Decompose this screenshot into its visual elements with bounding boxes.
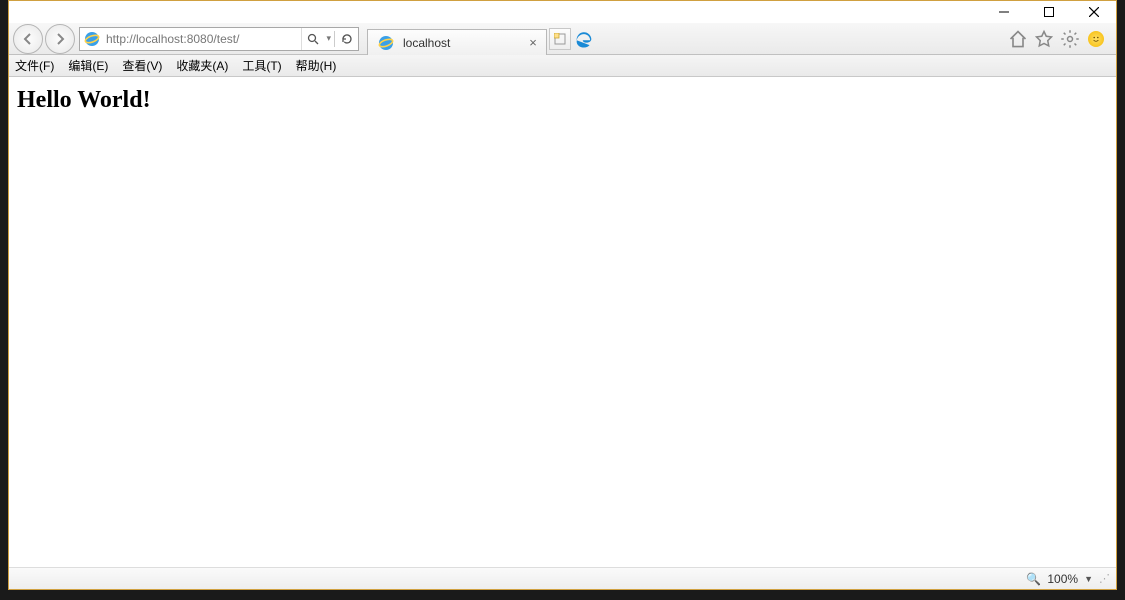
- address-controls: ▾: [301, 28, 358, 50]
- toolbar-icons: [1008, 29, 1112, 49]
- zoom-level: 100%: [1047, 572, 1078, 586]
- minimize-button[interactable]: [981, 1, 1026, 23]
- new-tab-button[interactable]: [549, 28, 571, 50]
- search-dropdown-icon[interactable]: ▾: [324, 33, 333, 44]
- zoom-icon[interactable]: 🔍: [1026, 572, 1041, 586]
- smiley-icon: [1088, 31, 1104, 47]
- window-controls: [981, 1, 1116, 23]
- home-icon[interactable]: [1008, 29, 1028, 49]
- menu-edit[interactable]: 编辑(E): [68, 57, 108, 74]
- feedback-icon[interactable]: [1086, 29, 1106, 49]
- ie-icon: [377, 34, 395, 52]
- page-content: Hello World!: [9, 77, 1116, 567]
- refresh-icon[interactable]: [336, 28, 358, 50]
- settings-icon[interactable]: [1060, 29, 1080, 49]
- zoom-dropdown-icon[interactable]: ▼: [1084, 574, 1093, 584]
- navigation-toolbar: ▾ localhost ×: [9, 23, 1116, 55]
- menu-help[interactable]: 帮助(H): [296, 57, 337, 74]
- status-bar: 🔍 100% ▼ ⋰: [9, 567, 1116, 589]
- favorites-icon[interactable]: [1034, 29, 1054, 49]
- close-button[interactable]: [1071, 1, 1116, 23]
- titlebar: [9, 1, 1116, 23]
- search-icon[interactable]: [302, 28, 324, 50]
- forward-button[interactable]: [45, 24, 75, 54]
- tab-close-icon[interactable]: ×: [526, 36, 540, 50]
- address-input[interactable]: [104, 28, 301, 50]
- tab-strip: localhost ×: [367, 23, 595, 54]
- ie-icon: [83, 30, 101, 48]
- edge-icon[interactable]: [573, 28, 595, 50]
- maximize-button[interactable]: [1026, 1, 1071, 23]
- menu-favorites[interactable]: 收藏夹(A): [176, 57, 228, 74]
- tab-localhost[interactable]: localhost ×: [367, 29, 547, 55]
- back-button[interactable]: [13, 24, 43, 54]
- browser-window: ▾ localhost ×: [8, 0, 1117, 590]
- menu-file[interactable]: 文件(F): [15, 57, 54, 74]
- address-bar[interactable]: ▾: [79, 27, 359, 51]
- tab-title: localhost: [403, 36, 521, 50]
- page-heading: Hello World!: [17, 87, 1108, 114]
- menu-bar: 文件(F) 编辑(E) 查看(V) 收藏夹(A) 工具(T) 帮助(H): [9, 55, 1116, 77]
- menu-view[interactable]: 查看(V): [122, 57, 162, 74]
- resize-grip-icon[interactable]: ⋰: [1099, 572, 1108, 585]
- menu-tools[interactable]: 工具(T): [242, 57, 281, 74]
